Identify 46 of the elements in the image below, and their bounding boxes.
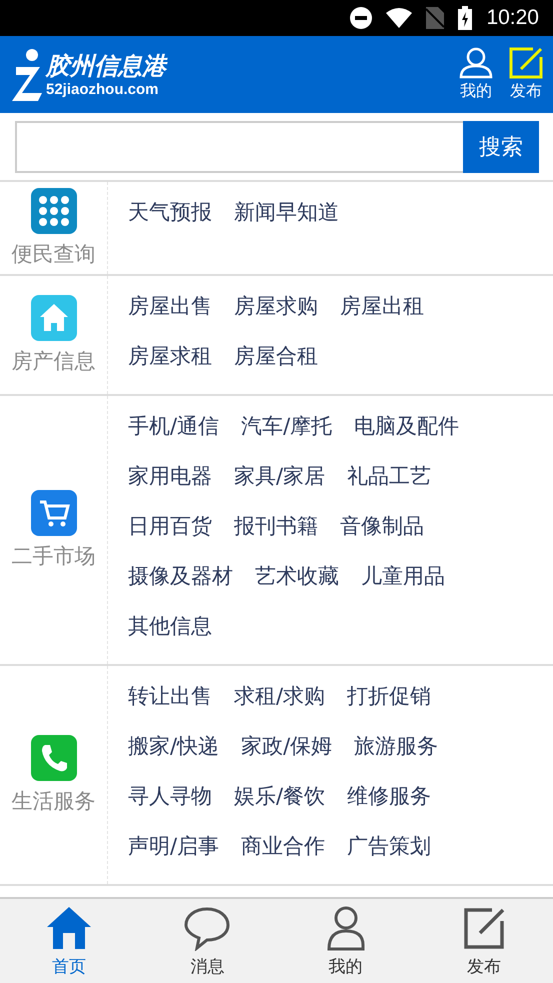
category-link[interactable]: 家政/保姆: [241, 721, 332, 771]
category-link[interactable]: 旅游服务: [354, 721, 438, 771]
profile-button[interactable]: 我的: [459, 47, 493, 102]
tab-bar-item[interactable]: 发布: [414, 899, 553, 983]
category-link[interactable]: 手机/通信: [128, 401, 220, 451]
tab-bar-item[interactable]: 消息: [138, 899, 276, 983]
logo-title: 胶州信息港: [46, 51, 166, 81]
category-title: 生活服务: [12, 788, 96, 815]
category-title: 便民查询: [12, 241, 96, 268]
category-link[interactable]: 电脑及配件: [354, 401, 460, 451]
search-button[interactable]: 搜索: [463, 120, 539, 172]
category-link[interactable]: 打折促销: [347, 671, 432, 721]
category-link[interactable]: 新闻早知道: [234, 187, 339, 237]
category-link[interactable]: 寻人寻物: [128, 771, 212, 821]
category-link[interactable]: 家用电器: [128, 451, 212, 501]
category-link[interactable]: 娱乐/餐饮: [234, 771, 326, 821]
category-link[interactable]: 礼品工艺: [347, 451, 432, 501]
category-title: 二手市场: [12, 543, 96, 570]
category-link[interactable]: 其他信息: [128, 601, 212, 651]
category-link[interactable]: 房屋求购: [234, 281, 318, 331]
category-link[interactable]: 摄像及器材: [128, 551, 233, 601]
category-link[interactable]: 搬家/快递: [128, 721, 220, 771]
category-link[interactable]: 房屋合租: [234, 331, 318, 381]
tab-bar-item[interactable]: 首页: [0, 899, 138, 983]
post-button[interactable]: 发布: [509, 47, 543, 102]
category-link[interactable]: 汽车/摩托: [241, 401, 332, 451]
clock-time: 10:20: [486, 6, 539, 30]
category-link[interactable]: 房屋出租: [340, 281, 424, 331]
category-link[interactable]: 儿童用品: [361, 551, 445, 601]
category-link[interactable]: 声明/启事: [128, 821, 220, 871]
tab-bar-item[interactable]: 我的: [276, 899, 415, 983]
category-link[interactable]: 转让出售: [128, 671, 212, 721]
category-link[interactable]: 求租/求购: [234, 671, 326, 721]
category-link[interactable]: 广告策划: [347, 821, 432, 871]
category-link[interactable]: 音像制品: [340, 501, 424, 551]
category-link[interactable]: 房屋求租: [128, 331, 212, 381]
category-link[interactable]: 商业合作: [241, 821, 326, 871]
category-link[interactable]: 维修服务: [347, 771, 432, 821]
category-link[interactable]: 艺术收藏: [255, 551, 339, 601]
category-link[interactable]: 日用百货: [128, 501, 212, 551]
category-link[interactable]: 天气预报: [128, 187, 212, 237]
category-link[interactable]: 报刊书籍: [234, 501, 318, 551]
category-link[interactable]: 房屋出售: [128, 281, 212, 331]
category-title: 房产信息: [12, 348, 96, 375]
logo-domain: 52jiaozhou.com: [46, 81, 160, 98]
category-link[interactable]: 家具/家居: [234, 451, 326, 501]
